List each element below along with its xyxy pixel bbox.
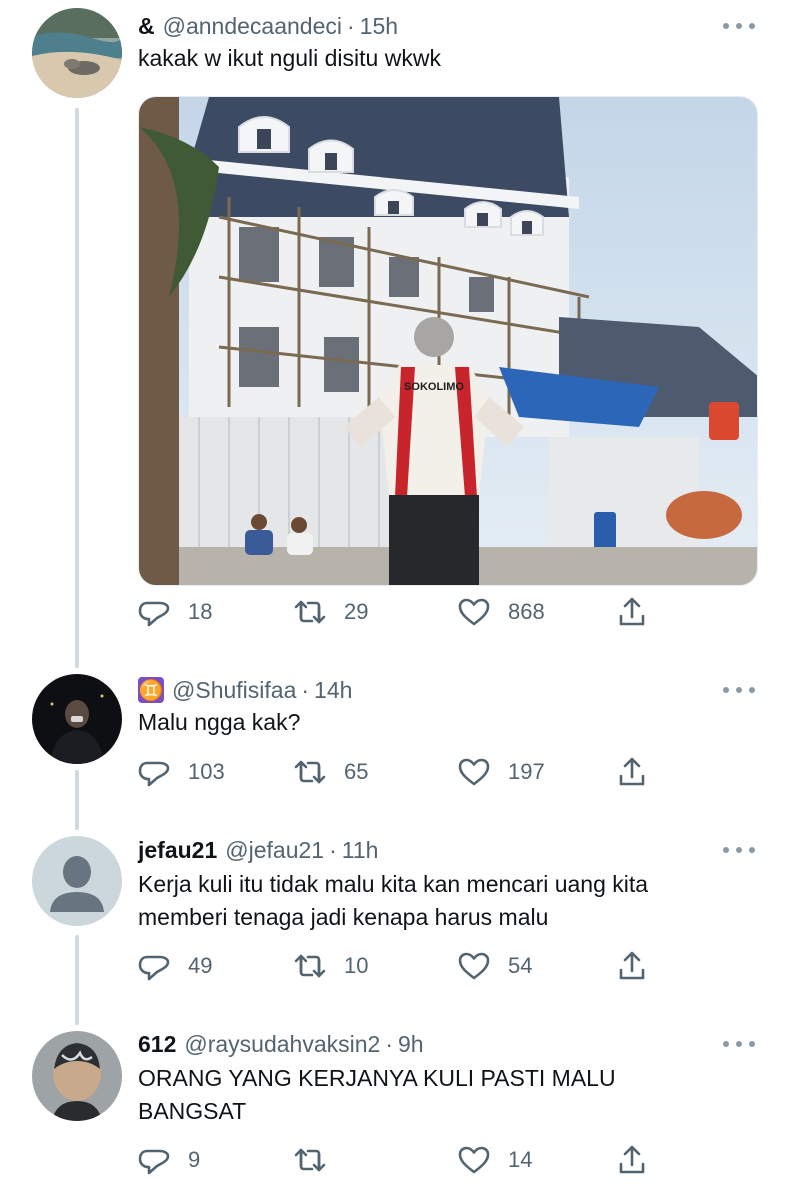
share-button[interactable] (616, 1140, 648, 1180)
like-icon (458, 758, 490, 786)
handle[interactable]: @jefau21 (225, 837, 324, 864)
reply-count: 103 (188, 759, 225, 784)
separator-dot: · (385, 1030, 393, 1057)
retweet-button[interactable] (294, 1140, 344, 1180)
dark-portrait-avatar-image (32, 674, 122, 764)
timestamp[interactable]: 14h (314, 677, 352, 704)
display-name[interactable]: & (138, 13, 155, 40)
share-icon (619, 757, 645, 786)
more-options-icon[interactable] (723, 18, 755, 34)
display-name[interactable]: ♊ (138, 677, 164, 703)
tweet-text-line: memberi tenaga jadi kenapa harus malu (138, 904, 549, 930)
timestamp[interactable]: 15h (360, 13, 398, 40)
beach-avatar-image (32, 8, 122, 98)
avatar[interactable] (32, 1031, 122, 1121)
reply-count: 9 (188, 1147, 201, 1172)
tweet-header: jefau21 @jefau21 · 11h (138, 832, 378, 868)
reply-icon (138, 955, 170, 981)
construction-site-image: SOKOLIMO (139, 97, 757, 585)
tweet-photo[interactable]: SOKOLIMO (138, 96, 758, 586)
share-button[interactable] (616, 592, 648, 632)
thread-line (75, 770, 79, 830)
timestamp[interactable]: 11h (342, 837, 379, 864)
hair-art-avatar-image (32, 1031, 122, 1121)
like-icon (458, 1146, 490, 1174)
retweet-count: 65 (344, 759, 369, 784)
like-button[interactable]: 54 (458, 946, 532, 986)
reply-icon (138, 1149, 170, 1175)
share-icon (619, 597, 645, 626)
like-button[interactable]: 14 (458, 1140, 532, 1180)
more-options-icon[interactable] (723, 1036, 755, 1052)
thread-line (75, 935, 79, 1025)
tweet-text: Malu ngga kak? (138, 709, 301, 735)
reply-count: 49 (188, 953, 213, 978)
retweet-count: 10 (344, 953, 369, 978)
retweet-count: 29 (344, 599, 369, 624)
retweet-icon (294, 600, 326, 624)
retweet-button[interactable]: 10 (294, 946, 368, 986)
retweet-icon (294, 760, 326, 784)
retweet-button[interactable]: 29 (294, 592, 368, 632)
thread-line (75, 108, 79, 668)
separator-dot: · (347, 12, 355, 39)
reply-count: 18 (188, 599, 213, 624)
separator-dot: · (301, 676, 310, 703)
tweet-text: ORANG YANG KERJANYA KULI PASTI MALU BANG… (138, 1062, 738, 1128)
avatar[interactable] (32, 8, 122, 98)
tweet-text: kakak w ikut nguli disitu wkwk (138, 45, 441, 71)
tweet-actions: 103 65 197 (138, 752, 658, 792)
share-button[interactable] (616, 752, 648, 792)
tweet-text-line: ORANG YANG KERJANYA KULI PASTI MALU (138, 1065, 616, 1091)
more-options-icon[interactable] (723, 842, 755, 858)
like-count: 197 (508, 759, 545, 784)
tweet-text-line: Kerja kuli itu tidak malu kita kan menca… (138, 871, 649, 897)
timestamp[interactable]: 9h (398, 1031, 424, 1058)
share-button[interactable] (616, 946, 648, 986)
handle[interactable]: @anndecaandeci (163, 13, 342, 40)
share-icon (619, 1145, 645, 1174)
tweet-header: ♊ @Shufisifaa · 14h (138, 672, 352, 708)
like-button[interactable]: 197 (458, 752, 545, 792)
like-count: 14 (508, 1147, 533, 1172)
retweet-icon (294, 954, 326, 978)
like-count: 868 (508, 599, 545, 624)
shirt-text: SOKOLIMO (404, 381, 464, 393)
tweet-actions: 18 29 868 (138, 592, 658, 632)
default-profile-avatar-image (32, 836, 122, 926)
separator-dot: · (329, 836, 337, 863)
avatar[interactable] (32, 674, 122, 764)
display-name[interactable]: jefau21 (138, 837, 217, 864)
tweet-actions: 9 14 (138, 1140, 658, 1180)
tweet-actions: 49 10 54 (138, 946, 658, 986)
reply-icon (138, 601, 170, 627)
tweet-text-line: BANGSAT (138, 1098, 247, 1124)
reply-icon (138, 761, 170, 787)
like-count: 54 (508, 953, 533, 978)
retweet-icon (294, 1148, 326, 1172)
like-button[interactable]: 868 (458, 592, 545, 632)
tweet-header: & @anndecaandeci · 15h (138, 8, 398, 44)
display-name[interactable]: 612 (138, 1031, 176, 1058)
share-icon (619, 951, 645, 980)
more-options-icon[interactable] (723, 682, 755, 698)
like-icon (458, 952, 490, 980)
reply-button[interactable]: 9 (138, 1140, 200, 1180)
like-icon (458, 598, 490, 626)
retweet-button[interactable]: 65 (294, 752, 368, 792)
avatar[interactable] (32, 836, 122, 926)
reply-button[interactable]: 103 (138, 752, 225, 792)
reply-button[interactable]: 18 (138, 592, 212, 632)
tweet-header: 612 @raysudahvaksin2 · 9h (138, 1026, 424, 1062)
handle[interactable]: @Shufisifaa (172, 677, 296, 704)
handle[interactable]: @raysudahvaksin2 (184, 1031, 380, 1058)
tweet-text: Kerja kuli itu tidak malu kita kan menca… (138, 868, 738, 934)
reply-button[interactable]: 49 (138, 946, 212, 986)
